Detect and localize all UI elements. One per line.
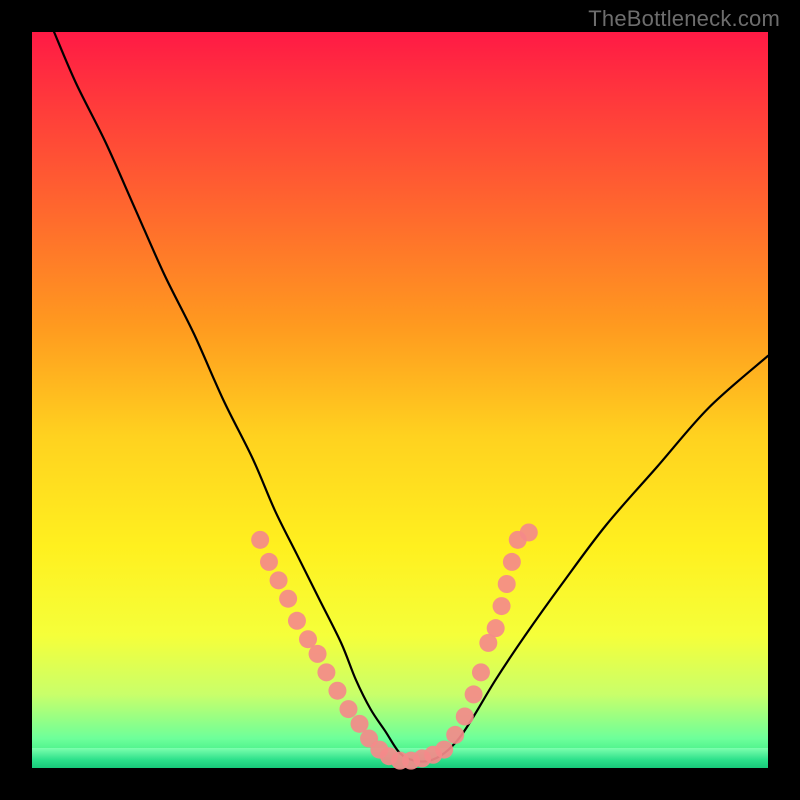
data-point xyxy=(351,715,369,733)
data-point xyxy=(288,612,306,630)
data-point xyxy=(520,523,538,541)
watermark-label: TheBottleneck.com xyxy=(588,6,780,32)
data-point xyxy=(435,741,453,759)
data-point xyxy=(251,531,269,549)
data-point xyxy=(299,630,317,648)
chart-overlay xyxy=(32,32,768,768)
data-point xyxy=(493,597,511,615)
data-point xyxy=(309,645,327,663)
data-point-markers xyxy=(251,523,538,769)
data-point xyxy=(317,663,335,681)
curve-line xyxy=(54,32,768,762)
data-point xyxy=(503,553,521,571)
chart-frame: TheBottleneck.com xyxy=(0,0,800,800)
data-point xyxy=(446,726,464,744)
data-point xyxy=(328,682,346,700)
data-point xyxy=(465,685,483,703)
curve-path xyxy=(54,32,768,762)
data-point xyxy=(487,619,505,637)
data-point xyxy=(456,707,474,725)
data-point xyxy=(472,663,490,681)
data-point xyxy=(279,590,297,608)
data-point xyxy=(260,553,278,571)
data-point xyxy=(498,575,516,593)
data-point xyxy=(339,700,357,718)
data-point xyxy=(270,571,288,589)
